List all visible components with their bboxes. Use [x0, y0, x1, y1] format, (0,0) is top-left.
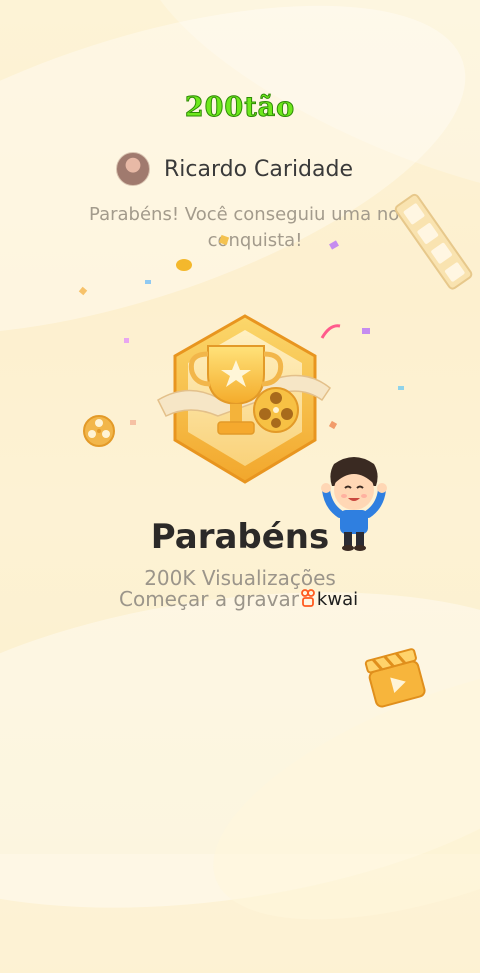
record-cta[interactable]: Começar a gravar kwai: [119, 587, 358, 611]
main-title: Parabéns: [150, 517, 330, 557]
clapperboard-icon: [364, 648, 426, 708]
kwai-logo-icon: [301, 589, 315, 607]
kwai-brand-text: kwai: [316, 588, 359, 610]
avatar[interactable]: [116, 152, 150, 186]
overlay-title: 200tão: [184, 92, 296, 124]
film-reel-icon: [83, 415, 115, 447]
user-row: Ricardo Caridade: [116, 152, 353, 186]
record-label: Começar a gravar: [119, 587, 299, 611]
kwai-logo: kwai: [301, 589, 358, 610]
trophy-film-badge-icon: [157, 314, 332, 484]
user-name[interactable]: Ricardo Caridade: [164, 157, 353, 182]
background-swoosh: [181, 607, 480, 973]
